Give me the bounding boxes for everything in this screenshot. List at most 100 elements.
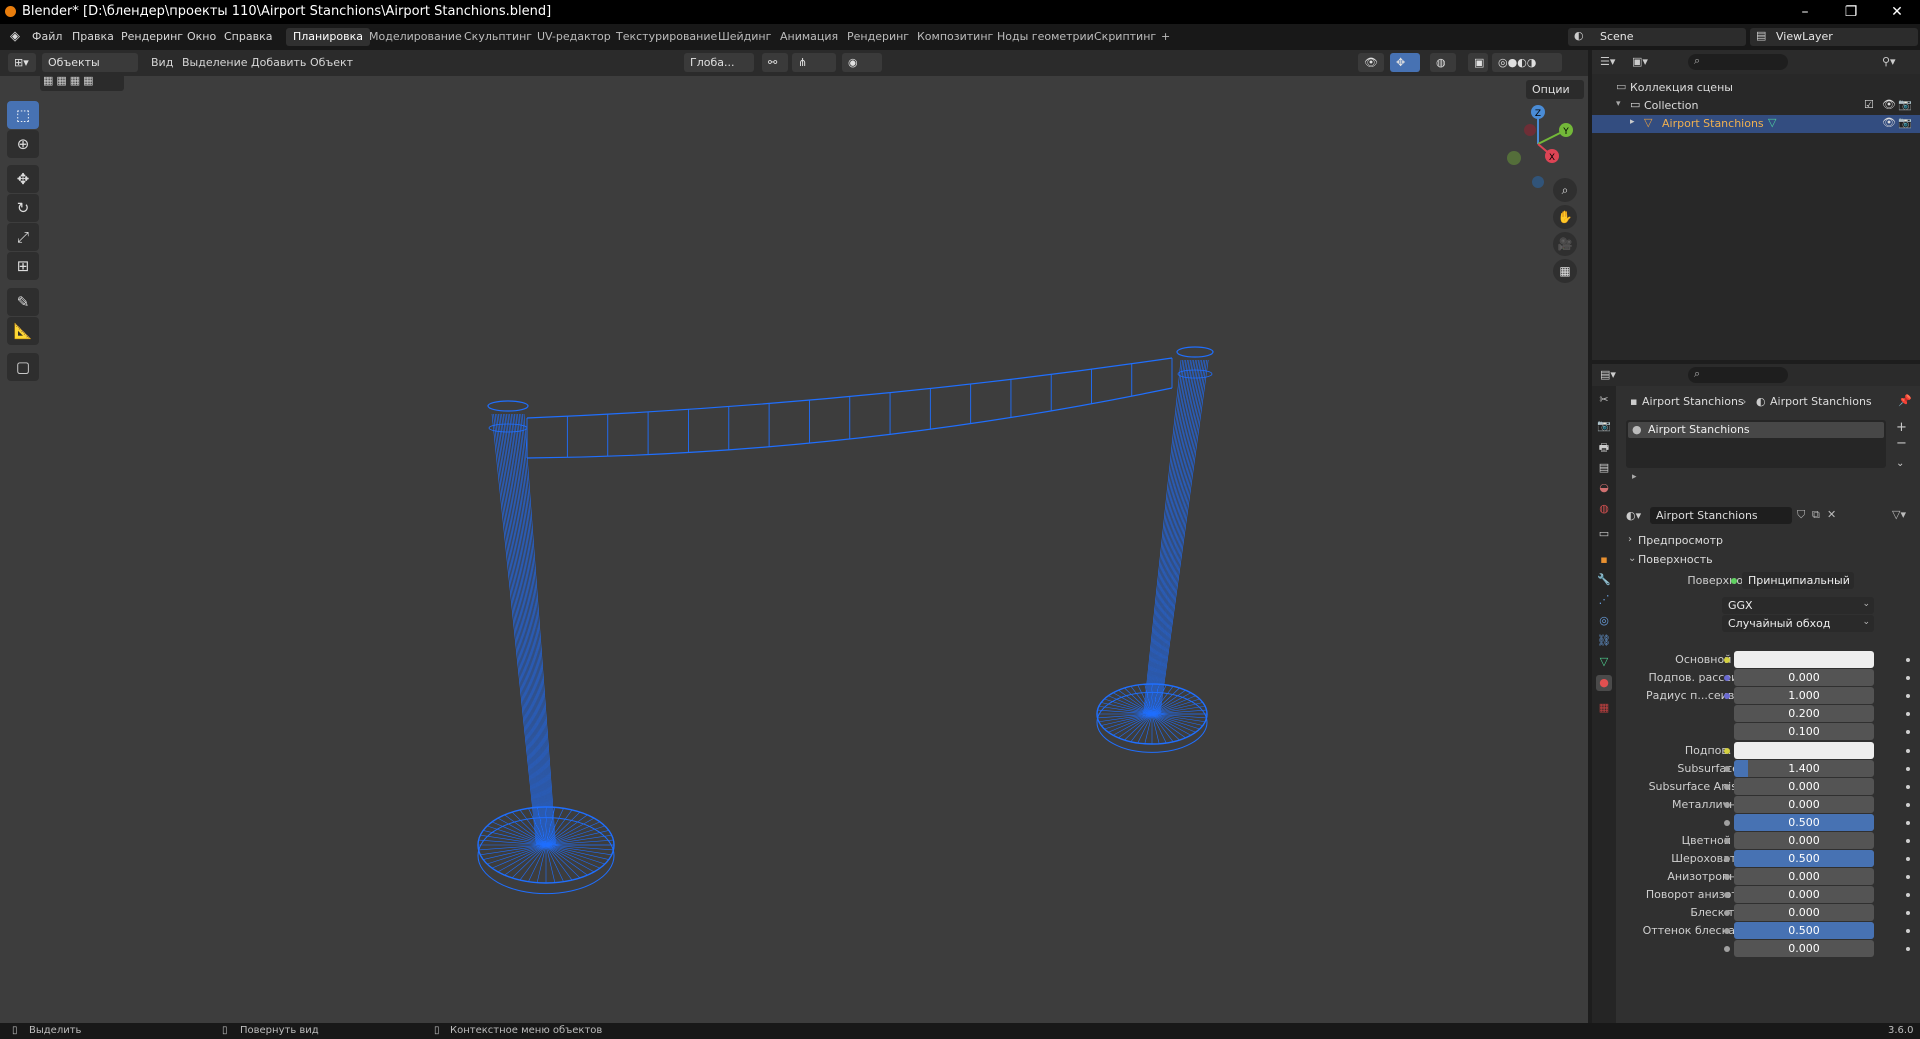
expand-chevron-icon[interactable]: ▾ bbox=[1616, 99, 1621, 109]
socket-dot-icon[interactable] bbox=[1724, 766, 1730, 772]
tab-rendering[interactable]: Рендеринг bbox=[840, 28, 916, 46]
keyframe-dot-icon[interactable] bbox=[1906, 658, 1910, 662]
value-slider[interactable]: 0.500 bbox=[1734, 814, 1874, 831]
socket-dot-icon[interactable] bbox=[1724, 784, 1730, 790]
keyframe-dot-icon[interactable] bbox=[1906, 893, 1910, 897]
keyframe-dot-icon[interactable] bbox=[1906, 767, 1910, 771]
tab-modeling[interactable]: Моделирование bbox=[362, 28, 469, 46]
menu-help[interactable]: Справка bbox=[224, 30, 272, 43]
keyframe-dot-icon[interactable] bbox=[1906, 749, 1910, 753]
socket-dot-icon[interactable] bbox=[1724, 874, 1730, 880]
tab-layout[interactable]: Планировка bbox=[286, 28, 370, 46]
mesh-data-icon[interactable]: ▽ bbox=[1768, 116, 1776, 129]
socket-dot-icon[interactable] bbox=[1724, 748, 1730, 754]
tree-object-airport-stanchions[interactable]: ▸ ▽ Airport Stanchions ▽ 👁 📷 bbox=[1592, 115, 1920, 133]
tree-scene-collection[interactable]: ▭ Коллекция сцены bbox=[1592, 79, 1920, 97]
tab-sculpting[interactable]: Скульптинг bbox=[457, 28, 539, 46]
maximize-button[interactable]: ❐ bbox=[1828, 0, 1874, 24]
filter-icon[interactable]: ⚲▾ bbox=[1882, 55, 1896, 68]
tab-compositing[interactable]: Композитинг bbox=[910, 28, 1000, 46]
tab-texture-paint[interactable]: Текстурирование bbox=[609, 28, 724, 46]
keyframe-dot-icon[interactable] bbox=[1906, 857, 1910, 861]
value-slider[interactable]: 1.400 bbox=[1734, 760, 1874, 777]
socket-dot-icon[interactable] bbox=[1724, 946, 1730, 952]
camera-render-icon[interactable]: 📷 bbox=[1898, 116, 1912, 129]
socket-dot-icon[interactable] bbox=[1724, 892, 1730, 898]
window-title: Blender* [D:\блендер\проекты 110\Airport… bbox=[22, 4, 552, 19]
property-value: 0.200 bbox=[1788, 707, 1820, 720]
keyframe-dot-icon[interactable] bbox=[1906, 911, 1910, 915]
tab-scripting[interactable]: Скриптинг bbox=[1087, 28, 1163, 46]
socket-dot-icon[interactable] bbox=[1724, 838, 1730, 844]
value-slider[interactable]: 0.000 bbox=[1734, 886, 1874, 903]
keyframe-dot-icon[interactable] bbox=[1906, 947, 1910, 951]
menu-render[interactable]: Рендеринг bbox=[121, 30, 183, 43]
keyframe-dot-icon[interactable] bbox=[1906, 712, 1910, 716]
keyframe-dot-icon[interactable] bbox=[1906, 785, 1910, 789]
value-slider[interactable]: 0.500 bbox=[1734, 922, 1874, 939]
color-swatch[interactable] bbox=[1734, 742, 1874, 759]
menu-file[interactable]: Файл bbox=[32, 30, 62, 43]
value-slider[interactable]: 0.000 bbox=[1734, 904, 1874, 921]
socket-dot-icon[interactable] bbox=[1724, 657, 1730, 663]
menu-window[interactable]: Окно bbox=[187, 30, 216, 43]
keyframe-dot-icon[interactable] bbox=[1906, 730, 1910, 734]
socket-dot-icon[interactable] bbox=[1724, 856, 1730, 862]
keyframe-dot-icon[interactable] bbox=[1906, 839, 1910, 843]
tab-geometry-nodes[interactable]: Ноды геометрии bbox=[990, 28, 1101, 46]
value-slider[interactable]: 0.000 bbox=[1734, 868, 1874, 885]
keyframe-dot-icon[interactable] bbox=[1906, 875, 1910, 879]
socket-dot-icon[interactable] bbox=[1724, 693, 1730, 699]
socket-dot-icon[interactable] bbox=[1724, 820, 1730, 826]
expand-chevron-icon[interactable]: ▸ bbox=[1630, 117, 1635, 127]
socket-dot-icon[interactable] bbox=[1724, 802, 1730, 808]
value-slider[interactable]: 0.000 bbox=[1734, 669, 1874, 686]
tree-collection[interactable]: ▾ ▭ Collection ☑ 👁 📷 bbox=[1592, 97, 1920, 115]
minimize-button[interactable]: – bbox=[1782, 0, 1828, 24]
display-mode-icon[interactable]: ▣▾ bbox=[1632, 55, 1648, 68]
property-row: Оттенок блеска тк... 0.500 bbox=[1592, 922, 1920, 939]
socket-dot-icon[interactable] bbox=[1724, 928, 1730, 934]
blender-menu-icon[interactable]: ◈ bbox=[10, 29, 20, 44]
value-slider[interactable]: 1.000 bbox=[1734, 687, 1874, 704]
value-slider[interactable]: 0.000 bbox=[1734, 832, 1874, 849]
perspective-grid-icon[interactable]: ▦ bbox=[1553, 259, 1577, 283]
outliner-editor-icon[interactable]: ☰▾ bbox=[1600, 55, 1615, 68]
close-button[interactable]: ✕ bbox=[1874, 0, 1920, 24]
value-slider[interactable]: 0.100 bbox=[1734, 723, 1874, 740]
value-slider[interactable]: 0.000 bbox=[1734, 940, 1874, 957]
camera-render-icon[interactable]: 📷 bbox=[1898, 98, 1912, 111]
tab-animation[interactable]: Анимация bbox=[773, 28, 845, 46]
socket-dot-icon[interactable] bbox=[1724, 675, 1730, 681]
keyframe-dot-icon[interactable] bbox=[1906, 803, 1910, 807]
pan-hand-icon[interactable]: ✋ bbox=[1553, 205, 1577, 229]
keyframe-dot-icon[interactable] bbox=[1906, 929, 1910, 933]
value-slider[interactable]: 0.000 bbox=[1734, 796, 1874, 813]
color-swatch[interactable] bbox=[1734, 651, 1874, 668]
keyframe-dot-icon[interactable] bbox=[1906, 821, 1910, 825]
value-slider[interactable]: 0.000 bbox=[1734, 778, 1874, 795]
menu-edit[interactable]: Правка bbox=[72, 30, 114, 43]
navigation-gizmo[interactable]: Z Y X bbox=[1496, 100, 1580, 190]
zoom-icon[interactable]: ⌕ bbox=[1553, 178, 1577, 202]
value-slider[interactable]: 0.500 bbox=[1734, 850, 1874, 867]
mesh-object-icon: ▽ bbox=[1644, 116, 1653, 129]
tab-uv-editing[interactable]: UV-редактор bbox=[530, 28, 618, 46]
eye-icon[interactable]: 👁 bbox=[1882, 98, 1896, 111]
property-value: 0.000 bbox=[1788, 671, 1820, 684]
3d-viewport[interactable]: ⊞▾ Объекты Вид Выделение Добавить Объект… bbox=[0, 50, 1588, 1023]
viewlayer-selector[interactable]: ▤ ViewLayer bbox=[1750, 28, 1918, 46]
exclude-checkbox-icon[interactable]: ☑ bbox=[1864, 98, 1874, 111]
outliner-search-input[interactable]: ⌕ bbox=[1688, 54, 1788, 70]
keyframe-dot-icon[interactable] bbox=[1906, 694, 1910, 698]
add-workspace-button[interactable]: + bbox=[1154, 28, 1177, 46]
scene-selector[interactable]: ◐ Scene bbox=[1568, 28, 1746, 46]
wireframe-model[interactable] bbox=[0, 50, 1588, 1023]
camera-view-icon[interactable]: 🎥 bbox=[1553, 232, 1577, 256]
property-row: Блик0.500 bbox=[1592, 814, 1920, 831]
socket-dot-icon[interactable] bbox=[1724, 910, 1730, 916]
keyframe-dot-icon[interactable] bbox=[1906, 676, 1910, 680]
eye-icon[interactable]: 👁 bbox=[1882, 116, 1896, 129]
tab-shading[interactable]: Шейдинг bbox=[711, 28, 778, 46]
value-slider[interactable]: 0.200 bbox=[1734, 705, 1874, 722]
